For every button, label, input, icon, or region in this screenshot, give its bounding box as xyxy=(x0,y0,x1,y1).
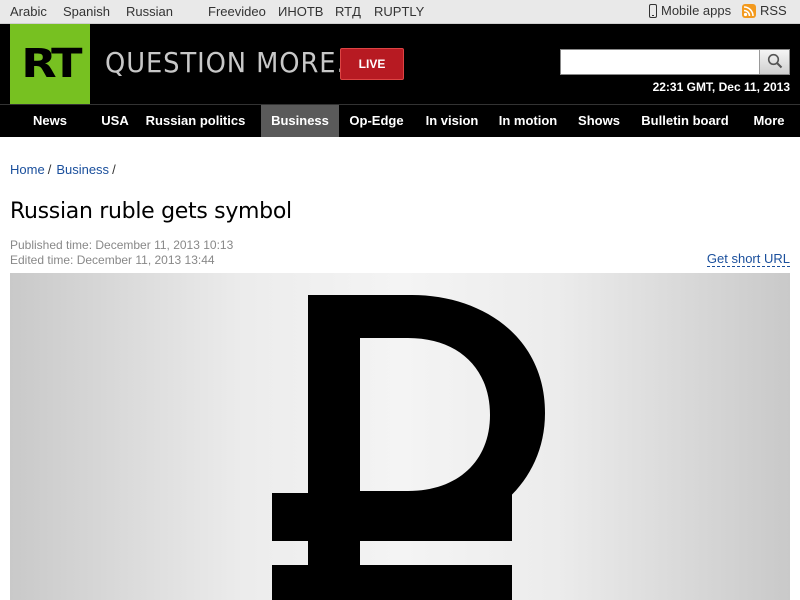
language-russian-link[interactable]: Russian xyxy=(126,4,173,19)
nav-news[interactable]: News xyxy=(0,105,100,137)
rss-icon xyxy=(742,3,756,18)
site-header: RT QUESTION MORE. LIVE 22:31 GMT, Dec 11… xyxy=(0,24,800,104)
rss-link[interactable]: RSS xyxy=(742,3,787,18)
ruble-sign-icon xyxy=(272,295,545,600)
nav-shows[interactable]: Shows xyxy=(566,105,632,137)
phone-icon xyxy=(649,3,657,18)
nav-bulletin-board[interactable]: Bulletin board xyxy=(632,105,738,137)
ruptly-link[interactable]: RUPTLY xyxy=(374,4,424,19)
rt-logo-text: RT xyxy=(21,41,82,87)
breadcrumb-home[interactable]: Home xyxy=(10,162,45,177)
nav-more[interactable]: More xyxy=(738,105,800,137)
nav-usa[interactable]: USA xyxy=(100,105,130,137)
clock: 22:31 GMT, Dec 11, 2013 xyxy=(652,80,790,94)
get-short-url-link[interactable]: Get short URL xyxy=(706,252,790,267)
inotv-link[interactable]: ИНОТВ xyxy=(278,4,323,19)
rt-logo[interactable]: RT xyxy=(10,24,90,104)
nav-business[interactable]: Business xyxy=(261,105,339,137)
search-button[interactable] xyxy=(759,50,789,74)
breadcrumb-separator: / xyxy=(112,162,116,177)
language-spanish-link[interactable]: Spanish xyxy=(63,4,110,19)
article-title: Russian ruble gets symbol xyxy=(10,199,292,224)
mobile-apps-link[interactable]: Mobile apps xyxy=(649,3,731,18)
nav-in-vision[interactable]: In vision xyxy=(414,105,490,137)
article-meta: Published time: December 11, 2013 10:13 … xyxy=(10,238,233,268)
rss-label: RSS xyxy=(760,3,787,18)
breadcrumb: Home / Business / xyxy=(10,162,121,177)
search-icon xyxy=(767,53,783,69)
breadcrumb-separator: / xyxy=(47,162,52,177)
freevideo-link[interactable]: Freevideo xyxy=(208,4,266,19)
tagline: QUESTION MORE. xyxy=(105,46,346,79)
search-input[interactable] xyxy=(561,50,759,74)
published-time: Published time: December 11, 2013 10:13 xyxy=(10,238,234,252)
search-box xyxy=(560,49,790,75)
top-utility-bar: Arabic Spanish Russian Freevideo ИНОТВ R… xyxy=(0,0,800,24)
language-arabic-link[interactable]: Arabic xyxy=(10,4,47,19)
edited-time: Edited time: December 11, 2013 13:44 xyxy=(10,253,215,267)
rtd-link[interactable]: RTД xyxy=(335,4,361,19)
nav-in-motion[interactable]: In motion xyxy=(490,105,566,137)
breadcrumb-business[interactable]: Business xyxy=(56,162,109,177)
nav-russian-politics[interactable]: Russian politics xyxy=(130,105,261,137)
main-nav: News USA Russian politics Business Op-Ed… xyxy=(0,104,800,137)
live-button[interactable]: LIVE xyxy=(340,48,404,80)
nav-op-edge[interactable]: Op-Edge xyxy=(339,105,414,137)
article-hero-image xyxy=(10,273,790,600)
mobile-apps-label: Mobile apps xyxy=(661,3,732,18)
